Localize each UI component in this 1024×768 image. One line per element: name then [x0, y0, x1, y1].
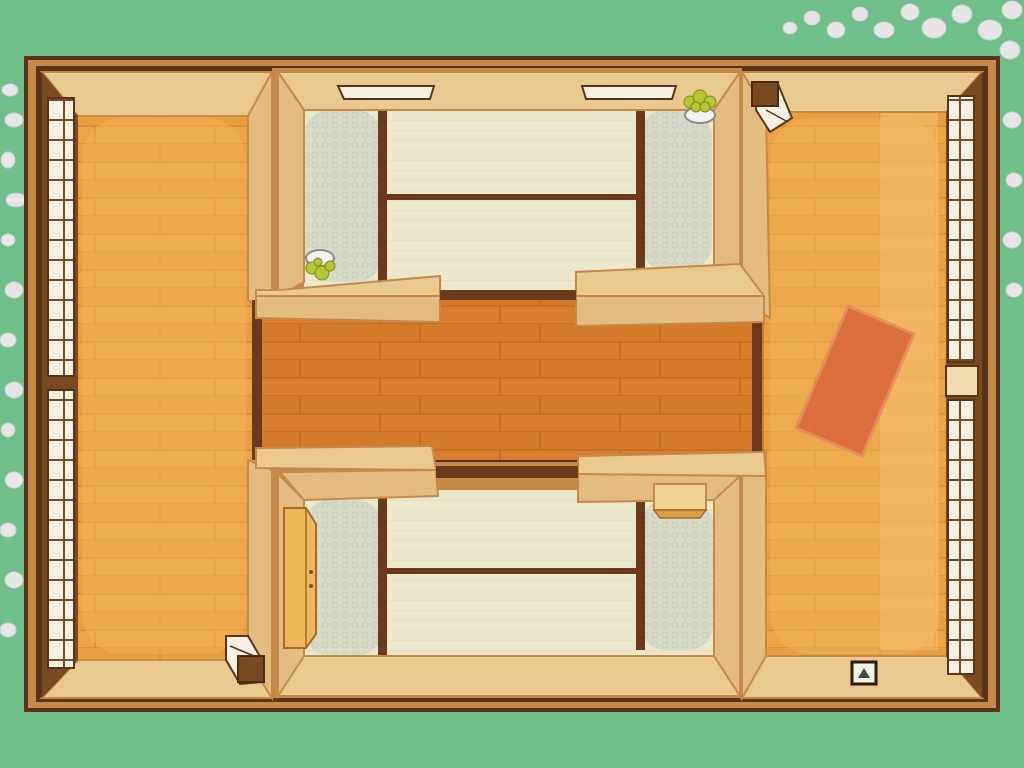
wardrobe-icon: [283, 507, 317, 649]
lower-room-divider-middle: [387, 568, 637, 574]
left-corridor-highlight: [82, 118, 246, 654]
left-shoji-window[interactable]: [42, 72, 78, 698]
upper-room-right-wall: [713, 68, 741, 293]
house-floorplan: [0, 0, 1024, 768]
left-corridor-top-wall: [39, 71, 274, 117]
lower-room-divider-left: [378, 490, 387, 656]
wardrobe-knob-upper: [309, 570, 313, 574]
lantern-top: [751, 81, 779, 107]
light-icon: [336, 85, 436, 100]
upper-room-divider-middle: [387, 194, 637, 200]
center-hall-right-post: [752, 300, 762, 460]
wardrobe-lower-room[interactable]: [283, 507, 317, 649]
small-table-lower-room[interactable]: [652, 483, 708, 519]
lower-room-bottom-wall: [276, 655, 742, 697]
center-hall-left-post: [252, 300, 262, 460]
upper-room-doorway[interactable]: [440, 290, 576, 300]
lower-room-right-wall: [713, 471, 741, 700]
lower-room-divider-right: [636, 490, 645, 650]
right-shoji-lower[interactable]: [947, 399, 975, 675]
upper-room-divider-left: [378, 110, 387, 290]
ceiling-light-right[interactable]: [580, 85, 678, 100]
upper-room-left-wall: [277, 68, 305, 298]
lower-room-tatami-right[interactable]: [640, 500, 714, 650]
right-corridor-inner-wall-lower: [741, 450, 767, 702]
table-front: [652, 509, 708, 519]
ceiling-light-left[interactable]: [336, 85, 436, 100]
light-icon: [580, 85, 678, 100]
upper-room-tatami-right[interactable]: [640, 110, 712, 270]
upper-room-right-partition: [575, 295, 765, 328]
left-corridor-inner-wall: [247, 71, 273, 320]
left-shoji-lower[interactable]: [47, 389, 75, 669]
wardrobe-knob-lower: [309, 584, 313, 588]
lantern-base: [237, 655, 265, 683]
right-shoji-upper[interactable]: [947, 95, 975, 363]
lower-room-top-wall-right: [577, 450, 768, 478]
right-shoji-window[interactable]: [945, 72, 982, 698]
left-shoji-upper[interactable]: [47, 97, 75, 377]
lower-room-top-wall-left: [255, 444, 438, 472]
lower-room-doorway[interactable]: [436, 466, 578, 478]
lower-room-top-wall-left-face: [277, 468, 440, 502]
upper-room-left-partition: [255, 295, 441, 324]
table-icon: [653, 483, 707, 511]
picture-frame-bottom-right[interactable]: [850, 660, 878, 686]
right-shoji-gap[interactable]: [945, 365, 979, 397]
upper-room-divider-right: [636, 110, 645, 280]
